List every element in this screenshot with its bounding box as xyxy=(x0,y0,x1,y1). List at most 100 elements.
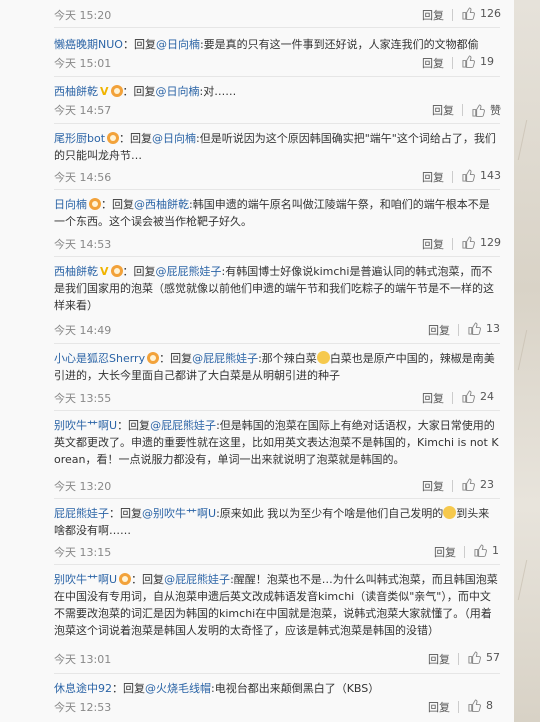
comment-username[interactable]: 别吹牛艹啊U xyxy=(54,419,117,432)
laughing-emoji-icon xyxy=(443,506,457,519)
comment-meta: 今天 14:53 回复 129 xyxy=(54,236,501,252)
comment-text: 尾形厨bot ：回复@日向楠:但是听说因为这个原因韩国确实把"端午"这个词给占了，… xyxy=(54,130,500,164)
like-button[interactable]: 23 xyxy=(462,478,494,491)
reply-button[interactable]: 回复 xyxy=(428,322,450,338)
comment-text: 日向楠 ：回复@西柚餅乾:韩国申遗的端午原名叫做江陵端午祭，和咱们的端午根本不是一… xyxy=(54,196,500,230)
comment-item: 别吹牛艹啊U：回复@屁屁熊娃子:但是韩国的泡菜在国际上有绝对话语权，大家日常使用… xyxy=(54,417,500,493)
like-button[interactable]: 13 xyxy=(468,322,500,335)
comment-time: 今天 15:01 xyxy=(54,57,112,70)
mention-link[interactable]: @屁屁熊娃子 xyxy=(164,573,230,586)
reply-button[interactable]: 回复 xyxy=(432,102,454,118)
like-count: 19 xyxy=(480,55,494,68)
reply-prefix: ：回复 xyxy=(119,132,153,145)
like-count: 143 xyxy=(480,169,501,182)
reply-prefix: ：回复 xyxy=(122,38,156,51)
comment-item: 小心是狐忍Sherry ：回复@屁屁熊娃子:那个辣白菜 白菜也是原产中国的，辣椒是南… xyxy=(54,350,500,405)
verified-v-icon: V xyxy=(100,85,109,98)
like-count: 8 xyxy=(486,699,493,712)
comment-item: 懒癌晚期NUO：回复@日向楠:要是真的只有这一件事到还好说，人家连我们的文物都偷… xyxy=(54,36,500,70)
separator xyxy=(462,104,463,116)
comment-username[interactable]: 别吹牛艹啊U xyxy=(54,573,117,586)
like-button[interactable]: 143 xyxy=(462,169,501,182)
like-button[interactable]: 赞 xyxy=(472,102,501,118)
comment-username[interactable]: 西柚餅乾 xyxy=(54,265,98,278)
divider xyxy=(54,498,500,499)
laughing-emoji-icon xyxy=(316,351,330,364)
like-count: 126 xyxy=(480,7,501,20)
comment-time: 今天 14:57 xyxy=(54,104,112,117)
comment-username[interactable]: 小心是狐忍Sherry xyxy=(54,352,145,365)
comment-meta: 今天 15:01 回复 19 xyxy=(54,55,500,71)
reply-prefix: ：回复 xyxy=(131,573,165,586)
comment-username[interactable]: 屁屁熊娃子 xyxy=(54,507,109,520)
reply-button[interactable]: 回复 xyxy=(434,544,456,560)
divider xyxy=(54,256,500,257)
like-count: 13 xyxy=(486,322,500,335)
comment-item: 别吹牛艹啊U ：回复@屁屁熊娃子:醒醒！泡菜也不是…为什么叫韩式泡菜，而且韩国泡菜… xyxy=(54,571,500,666)
separator xyxy=(452,57,453,69)
comment-username[interactable]: 尾形厨bot xyxy=(54,132,105,145)
comment-body: :电视台都出来颠倒黑白了（KBS） xyxy=(211,682,380,695)
comment-time: 今天 13:15 xyxy=(54,546,112,559)
like-count: 129 xyxy=(480,236,501,249)
separator xyxy=(458,653,459,665)
mention-link[interactable]: @屁屁熊娃子 xyxy=(156,265,222,278)
comment-body: :对…… xyxy=(199,85,237,98)
thumbs-up-icon xyxy=(472,103,485,117)
mention-link[interactable]: @日向楠 xyxy=(156,38,200,51)
like-button[interactable]: 19 xyxy=(462,55,494,68)
comment-time: 今天 14:53 xyxy=(54,238,112,251)
comment-username[interactable]: 西柚餅乾 xyxy=(54,85,98,98)
reply-button[interactable]: 回复 xyxy=(422,390,444,406)
divider xyxy=(54,343,500,344)
comment-body: :那个辣白菜 xyxy=(258,352,317,365)
like-button[interactable]: 24 xyxy=(462,390,494,403)
reply-button[interactable]: 回复 xyxy=(422,169,444,185)
member-badge-icon xyxy=(119,573,132,585)
like-count: 57 xyxy=(486,651,500,664)
mention-link[interactable]: @日向楠 xyxy=(152,132,196,145)
reply-button[interactable]: 回复 xyxy=(422,55,444,71)
thumbs-up-icon xyxy=(462,478,475,491)
mention-link[interactable]: @屁屁熊娃子 xyxy=(150,419,216,432)
comment-time: 今天 15:20 xyxy=(54,9,112,22)
member-badge-icon xyxy=(110,265,123,277)
mention-link[interactable]: @西柚餅乾 xyxy=(134,198,189,211)
reply-button[interactable]: 回复 xyxy=(428,699,450,715)
background-image-strip xyxy=(514,0,540,722)
like-button[interactable]: 126 xyxy=(462,7,501,20)
divider xyxy=(54,410,500,411)
separator xyxy=(452,480,453,492)
like-count: 24 xyxy=(480,390,494,403)
comment-username[interactable]: 懒癌晚期NUO xyxy=(54,38,123,51)
comment-meta: 今天 13:01 回复 57 xyxy=(54,651,500,667)
like-button[interactable]: 1 xyxy=(474,544,499,557)
comment-item: 西柚餅乾 V ：回复@屁屁熊娃子:有韩国博士好像说kimchi是普遍认同的韩式泡菜，… xyxy=(54,263,500,337)
thumbs-up-icon xyxy=(468,322,481,335)
comment-item: 休息途中92：回复@火烧毛线帽:电视台都出来颠倒黑白了（KBS） 今天 12:5… xyxy=(54,680,500,714)
mention-link[interactable]: @屁屁熊娃子 xyxy=(192,352,258,365)
member-badge-icon xyxy=(107,132,120,144)
comment-time: 今天 13:01 xyxy=(54,653,112,666)
comment-text: 懒癌晚期NUO：回复@日向楠:要是真的只有这一件事到还好说，人家连我们的文物都偷 xyxy=(54,36,500,53)
mention-link[interactable]: @火烧毛线帽 xyxy=(145,682,211,695)
mention-link[interactable]: @日向楠 xyxy=(156,85,200,98)
reply-button[interactable]: 回复 xyxy=(428,651,450,667)
reply-button[interactable]: 回复 xyxy=(422,7,444,23)
reply-button[interactable]: 回复 xyxy=(422,478,444,494)
comment-username[interactable]: 日向楠 xyxy=(54,198,87,211)
reply-button[interactable]: 回复 xyxy=(422,236,444,252)
comment-body: :要是真的只有这一件事到还好说，人家连我们的文物都偷 xyxy=(199,38,479,51)
mention-link[interactable]: @别吹牛艹啊U xyxy=(142,507,216,520)
like-button[interactable]: 57 xyxy=(468,651,500,664)
reply-prefix: ：回复 xyxy=(122,265,156,278)
thumbs-up-icon xyxy=(462,55,475,68)
like-button[interactable]: 8 xyxy=(468,699,493,712)
like-button[interactable]: 129 xyxy=(462,236,501,249)
comment-meta: 今天 12:53 回复 8 xyxy=(54,699,500,715)
comment-username[interactable]: 休息途中92 xyxy=(54,682,112,695)
comment-item: 尾形厨bot ：回复@日向楠:但是听说因为这个原因韩国确实把"端午"这个词给占了，… xyxy=(54,130,501,184)
comment-time: 今天 14:56 xyxy=(54,171,112,184)
like-count: 1 xyxy=(492,544,499,557)
separator xyxy=(452,171,453,183)
